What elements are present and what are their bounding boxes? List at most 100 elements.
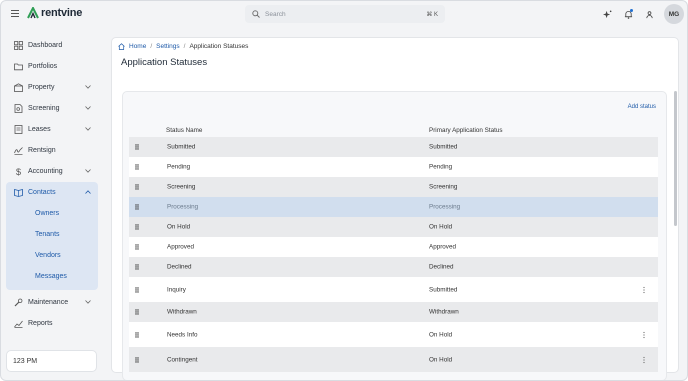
status-name-cell: Submitted (167, 143, 196, 151)
wrench-icon (14, 298, 23, 307)
column-header-status-name[interactable]: Status Name (166, 127, 202, 134)
drag-handle-icon[interactable] (135, 184, 139, 190)
logo-text: rentvine (41, 7, 83, 19)
sidebar-item-accounting[interactable]: $ Accounting (6, 161, 98, 182)
primary-status-cell: Declined (429, 263, 454, 271)
sidebar-item-leases[interactable]: Leases (6, 119, 98, 140)
sidebar-group-contacts: Contacts Owners Tenants Vendors Messages (6, 182, 98, 290)
status-name-cell: Needs Info (167, 331, 198, 338)
chevron-down-icon (85, 85, 91, 89)
sidebar-item-rentsign[interactable]: Rentsign (6, 140, 98, 161)
contacts-book-icon[interactable] (643, 8, 656, 21)
sidebar-item-label: Portfolios (28, 63, 58, 70)
table-row[interactable]: Contingent On Hold (129, 347, 658, 372)
main-panel: Home / Settings / Application Statuses A… (111, 37, 679, 380)
breadcrumb-home[interactable]: Home (129, 43, 146, 50)
more-options-icon[interactable] (643, 331, 645, 338)
drag-handle-icon[interactable] (135, 356, 139, 363)
sidebar-item-reports[interactable]: Reports (6, 313, 98, 334)
drag-handle-icon[interactable] (135, 164, 139, 170)
menu-icon[interactable] (11, 10, 19, 17)
sidebar-item-label: Dashboard (28, 42, 63, 49)
top-actions: MG (601, 4, 684, 24)
sidebar-item-label: Maintenance (28, 299, 69, 306)
table-row[interactable]: Pending Pending (129, 157, 658, 177)
drag-handle-icon[interactable] (135, 264, 139, 270)
table-row[interactable]: Withdrawn Withdrawn (129, 302, 658, 322)
chevron-up-icon (85, 190, 91, 194)
dollar-icon: $ (16, 167, 21, 176)
page-title: Application Statuses (121, 57, 208, 68)
sidebar-item-label: Accounting (28, 168, 63, 175)
sidebar-item-label: Reports (28, 320, 53, 327)
notification-badge (630, 8, 633, 12)
chart-icon (14, 320, 23, 328)
clock-widget: 123 PM (6, 350, 97, 372)
sidebar-subitem-tenants[interactable]: Tenants (6, 224, 98, 245)
table-row[interactable]: Submitted Submitted (129, 137, 658, 157)
drag-handle-icon[interactable] (135, 204, 139, 210)
primary-status-cell: On Hold (429, 331, 453, 338)
home-icon[interactable] (118, 43, 125, 50)
primary-status-cell: On Hold (429, 223, 453, 231)
sidebar-item-dashboard[interactable]: Dashboard (6, 35, 98, 56)
drag-handle-icon[interactable] (135, 224, 139, 230)
table-row[interactable]: Declined Declined (129, 257, 658, 277)
user-avatar[interactable]: MG (664, 4, 684, 24)
more-options-icon[interactable] (643, 286, 645, 293)
add-status-button[interactable]: Add status (628, 104, 656, 110)
primary-status-cell: Withdrawn (429, 308, 459, 316)
dashboard-icon (14, 41, 23, 50)
column-header-primary-status[interactable]: Primary Application Status (429, 127, 503, 134)
table-row[interactable]: Needs Info On Hold (129, 322, 658, 347)
app-window: rentvine ⌘ K MG Da (0, 0, 688, 381)
search-input[interactable] (265, 10, 427, 18)
primary-status-cell: Submitted (429, 286, 458, 293)
sidebar-item-label: Rentsign (28, 147, 56, 154)
ai-sparkle-icon[interactable] (601, 8, 614, 21)
drag-handle-icon[interactable] (135, 244, 139, 250)
drag-handle-icon[interactable] (135, 331, 139, 338)
breadcrumb-settings[interactable]: Settings (156, 43, 180, 50)
building-icon (14, 83, 23, 92)
table-row[interactable]: Approved Approved (129, 237, 658, 257)
drag-handle-icon[interactable] (135, 286, 139, 293)
breadcrumb-separator: / (183, 43, 186, 50)
sidebar-item-maintenance[interactable]: Maintenance (6, 292, 98, 313)
chevron-down-icon (85, 300, 91, 304)
table-row[interactable]: Inquiry Submitted (129, 277, 658, 302)
svg-text:$: $ (16, 167, 21, 176)
search-bar[interactable]: ⌘ K (245, 5, 445, 23)
sidebar-item-screening[interactable]: Screening (6, 98, 98, 119)
search-icon (252, 10, 260, 18)
sidebar-subitem-vendors[interactable]: Vendors (6, 245, 98, 266)
page-scrollbar[interactable] (674, 91, 677, 226)
breadcrumb-separator: / (150, 43, 153, 50)
sidebar-subitem-messages[interactable]: Messages (6, 266, 98, 287)
breadcrumb: Home / Settings / Application Statuses (118, 43, 248, 50)
more-options-icon[interactable] (643, 356, 645, 363)
status-name-cell: Processing (167, 203, 199, 211)
primary-status-cell: Submitted (429, 143, 458, 151)
status-name-cell: Pending (167, 163, 191, 171)
sidebar-item-label: Property (28, 84, 55, 91)
sidebar-item-portfolios[interactable]: Portfolios (6, 56, 98, 77)
table-row[interactable]: On Hold On Hold (129, 217, 658, 237)
drag-handle-icon[interactable] (135, 309, 139, 315)
sidebar-item-contacts[interactable]: Contacts (6, 182, 98, 203)
sidebar: Dashboard Portfolios Property Screening … (6, 35, 98, 334)
status-name-cell: Declined (167, 263, 192, 271)
folder-icon (14, 63, 23, 71)
status-name-cell: Withdrawn (167, 308, 197, 316)
breadcrumb-current: Application Statuses (189, 43, 249, 50)
signature-icon (14, 147, 23, 155)
table-row[interactable]: Screening Screening (129, 177, 658, 197)
chevron-down-icon (85, 169, 91, 173)
sidebar-subitem-owners[interactable]: Owners (6, 203, 98, 224)
sidebar-item-property[interactable]: Property (6, 77, 98, 98)
notifications-bell-icon[interactable] (622, 8, 635, 21)
drag-handle-icon[interactable] (135, 144, 139, 150)
primary-status-cell: Approved (429, 243, 456, 251)
table-row[interactable]: Processing Processing (129, 197, 658, 217)
app-logo[interactable]: rentvine (27, 7, 82, 19)
